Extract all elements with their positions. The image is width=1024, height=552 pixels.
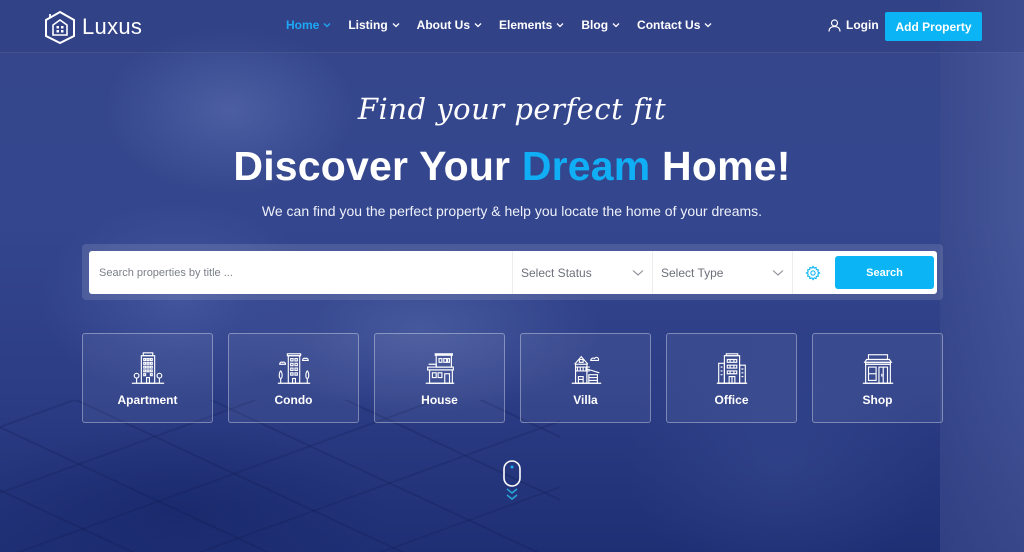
add-property-button[interactable]: Add Property <box>885 12 982 41</box>
category-shop[interactable]: Shop <box>812 333 943 423</box>
category-label: Apartment <box>117 393 178 407</box>
scroll-down-indicator[interactable] <box>502 460 522 504</box>
chevron-down-icon <box>556 23 564 28</box>
category-label: Condo <box>274 393 313 407</box>
nav-item-home[interactable]: Home <box>286 18 331 32</box>
nav-item-listing[interactable]: Listing <box>348 18 400 32</box>
gear-icon <box>805 264 821 281</box>
hero-subline: We can find you the perfect property & h… <box>261 203 763 219</box>
search-input[interactable] <box>89 251 513 294</box>
site-header: Luxus Home Listing About Us Elements Blo… <box>0 0 1024 53</box>
status-select-value: Select Status <box>521 265 592 280</box>
nav-item-blog[interactable]: Blog <box>581 18 620 32</box>
shop-icon <box>862 354 893 384</box>
search-button[interactable]: Search <box>835 256 934 289</box>
chevron-down-icon <box>632 269 644 276</box>
nav-item-label: Blog <box>581 18 609 32</box>
condo-icon <box>277 353 310 384</box>
brand-name: Luxus <box>82 14 143 39</box>
category-label: House <box>421 393 458 407</box>
nav-item-elements[interactable]: Elements <box>499 18 564 32</box>
status-select[interactable]: Select Status <box>513 251 653 294</box>
nav-item-label: About Us <box>416 18 470 32</box>
type-select-value: Select Type <box>661 265 724 280</box>
nav-item-label: Listing <box>348 18 388 32</box>
apartment-icon <box>131 352 164 384</box>
category-condo[interactable]: Condo <box>228 333 359 423</box>
chevron-double-down-icon <box>506 488 518 500</box>
nav-item-label: Contact Us <box>637 18 701 32</box>
headline-text-after: Home! <box>650 143 791 189</box>
house-logo-icon <box>45 10 75 45</box>
type-select[interactable]: Select Type <box>653 251 793 294</box>
nav-item-contact-us[interactable]: Contact Us <box>637 18 712 32</box>
house-icon <box>425 353 454 384</box>
category-villa[interactable]: Villa <box>520 333 651 423</box>
chevron-down-icon <box>704 23 712 28</box>
chevron-down-icon <box>323 23 331 28</box>
category-label: Office <box>714 393 749 407</box>
chevron-down-icon <box>474 23 482 28</box>
mouse-wheel-dot <box>510 465 514 469</box>
category-list: Apartment Condo House Villa Office Shop <box>82 333 943 423</box>
advanced-search-toggle[interactable] <box>793 251 833 294</box>
chevron-down-icon <box>612 23 620 28</box>
villa-icon <box>571 355 601 384</box>
hero-tagline: Find your perfect fit <box>357 92 667 126</box>
chevron-down-icon <box>772 269 784 276</box>
nav-item-about-us[interactable]: About Us <box>417 18 482 32</box>
user-icon <box>828 18 841 32</box>
office-icon <box>716 353 747 384</box>
main-nav: Home Listing About Us Elements Blog Cont… <box>286 18 712 32</box>
hero-headline: Discover Your Dream Home! <box>0 143 1024 190</box>
headline-accent: Dream <box>521 143 651 189</box>
category-house[interactable]: House <box>374 333 505 423</box>
category-label: Villa <box>573 393 598 407</box>
nav-item-label: Elements <box>499 18 553 32</box>
category-label: Shop <box>862 393 893 407</box>
category-office[interactable]: Office <box>666 333 797 423</box>
chevron-down-icon <box>392 23 400 28</box>
headline-text-before: Discover Your <box>233 143 522 189</box>
login-label: Login <box>846 18 879 32</box>
brand-logo[interactable]: Luxus <box>42 9 142 45</box>
mouse-icon <box>503 460 521 487</box>
nav-item-label: Home <box>286 18 320 32</box>
category-apartment[interactable]: Apartment <box>82 333 213 423</box>
property-search-form: Select Status Select Type Search <box>89 251 937 294</box>
login-link[interactable]: Login <box>828 18 879 32</box>
